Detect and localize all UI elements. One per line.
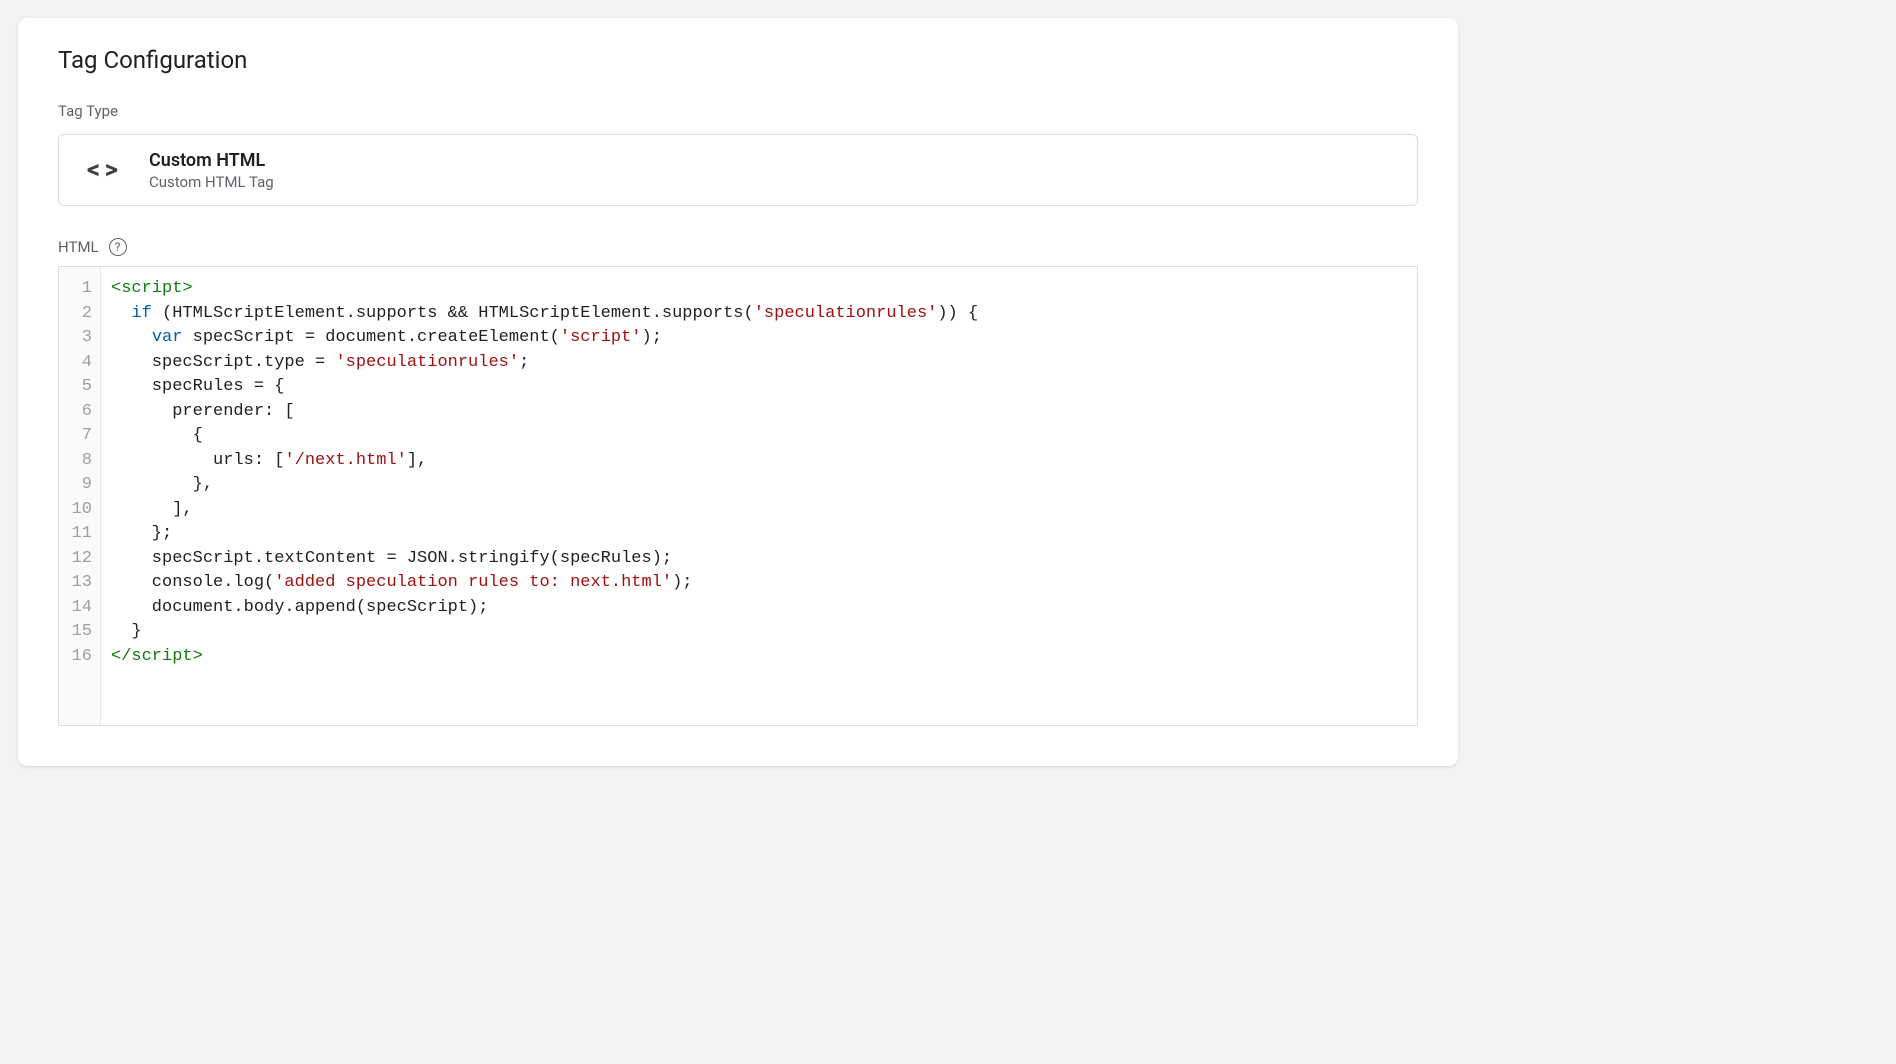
line-number: 1 [65,277,92,302]
code-line[interactable]: urls: ['/next.html'], [111,449,1407,474]
line-number: 15 [65,620,92,645]
tag-type-text: Custom HTML Custom HTML Tag [149,150,274,191]
tag-configuration-card: Tag Configuration Tag Type < > Custom HT… [18,18,1458,766]
code-line[interactable]: specScript.type = 'speculationrules'; [111,351,1407,376]
code-line[interactable]: document.body.append(specScript); [111,596,1407,621]
code-line[interactable]: if (HTMLScriptElement.supports && HTMLSc… [111,302,1407,327]
code-brackets-icon: < > [81,149,123,191]
code-line[interactable]: <script> [111,277,1407,302]
line-number-gutter: 12345678910111213141516 [59,267,101,725]
line-number: 8 [65,449,92,474]
line-number: 10 [65,498,92,523]
line-number: 16 [65,645,92,670]
code-line[interactable]: ], [111,498,1407,523]
code-line[interactable]: }; [111,522,1407,547]
code-line[interactable]: prerender: [ [111,400,1407,425]
line-number: 6 [65,400,92,425]
code-content[interactable]: <script> if (HTMLScriptElement.supports … [101,267,1417,725]
html-field-label: HTML [58,238,99,256]
line-number: 2 [65,302,92,327]
help-icon[interactable]: ? [109,238,127,256]
line-number: 13 [65,571,92,596]
line-number: 12 [65,547,92,572]
line-number: 5 [65,375,92,400]
code-line[interactable]: { [111,424,1407,449]
code-line[interactable]: console.log('added speculation rules to:… [111,571,1407,596]
tag-type-subtitle: Custom HTML Tag [149,173,274,191]
line-number: 11 [65,522,92,547]
tag-type-selector[interactable]: < > Custom HTML Custom HTML Tag [58,134,1418,206]
html-code-editor[interactable]: 12345678910111213141516 <script> if (HTM… [58,266,1418,726]
line-number: 3 [65,326,92,351]
code-line[interactable]: specScript.textContent = JSON.stringify(… [111,547,1407,572]
html-field-header: HTML ? [58,238,1418,256]
code-line[interactable]: </script> [111,645,1407,670]
code-line[interactable]: specRules = { [111,375,1407,400]
tag-type-label: Tag Type [58,102,1418,120]
line-number: 4 [65,351,92,376]
tag-type-title: Custom HTML [149,150,274,171]
line-number: 14 [65,596,92,621]
code-line[interactable]: } [111,620,1407,645]
card-title: Tag Configuration [58,46,1418,74]
code-line[interactable]: }, [111,473,1407,498]
line-number: 7 [65,424,92,449]
line-number: 9 [65,473,92,498]
code-line[interactable]: var specScript = document.createElement(… [111,326,1407,351]
